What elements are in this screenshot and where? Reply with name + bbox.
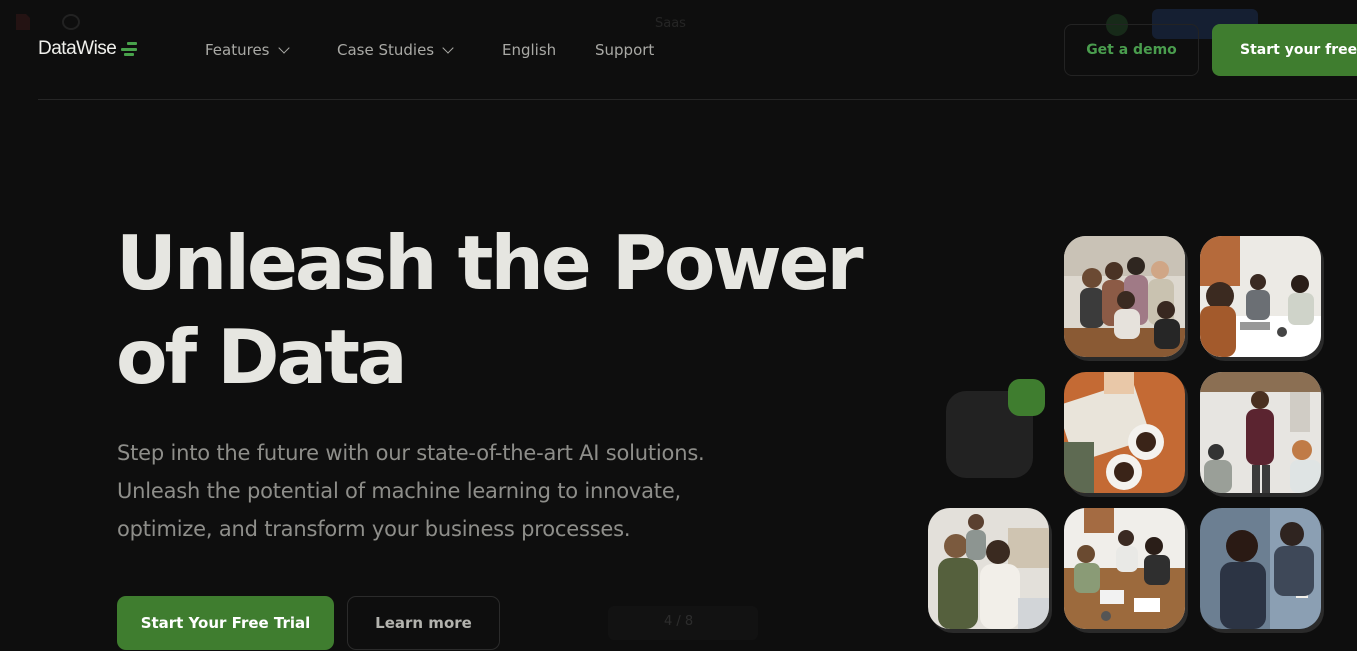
start-free-trial-button[interactable]: Start Your Free Trial — [117, 596, 334, 650]
nav-item-case-studies[interactable]: Case Studies — [337, 40, 454, 60]
hero-subtitle-line: optimize, and transform your business pr… — [117, 517, 631, 541]
hero-subtitle-line: Unleash the potential of machine learnin… — [117, 479, 682, 503]
presenter-photo — [1200, 372, 1321, 493]
learn-more-button[interactable]: Learn more — [347, 596, 500, 650]
nav-item-language[interactable]: English — [502, 40, 556, 60]
chevron-down-icon — [277, 42, 290, 54]
nav-item-label: Features — [205, 41, 270, 59]
hero-title: Unleash the Power of Data — [116, 216, 876, 404]
meeting-table-photo — [1200, 236, 1321, 357]
nav-item-label: English — [502, 41, 557, 59]
laughing-colleagues-photo — [928, 508, 1049, 629]
hero-subtitle: Step into the future with our state-of-t… — [117, 434, 797, 548]
hero-title-line: Unleash the Power — [116, 219, 863, 307]
nav-item-features[interactable]: Features — [205, 40, 290, 60]
brand-name: DataWise — [38, 38, 117, 59]
hero-title-line: of Data — [116, 313, 408, 401]
top-navigation: DataWise Features Case Studies English S… — [0, 0, 1357, 100]
nav-item-label: Support — [595, 41, 655, 59]
nav-divider — [38, 99, 1357, 100]
brand-logo[interactable]: DataWise — [38, 38, 138, 60]
nav-item-support[interactable]: Support — [595, 40, 654, 60]
coffee-papers-photo — [1064, 372, 1185, 493]
sticky-notes-photo — [1200, 508, 1321, 629]
page-frame: Saas DataWise Features Case Studies Engl… — [0, 0, 1357, 651]
team-huddle-photo — [1064, 236, 1185, 357]
office-meeting-photo — [1064, 508, 1185, 629]
nav-item-label: Case Studies — [337, 41, 435, 59]
slide-pager-label: 4 / 8 — [664, 614, 694, 629]
decorative-accent-tile — [1008, 379, 1045, 416]
chevron-down-icon — [442, 42, 454, 54]
hero-subtitle-line: Step into the future with our state-of-t… — [117, 441, 705, 465]
start-trial-nav-button[interactable]: Start your free trial — [1212, 24, 1357, 76]
stacked-lines-icon — [121, 42, 138, 56]
get-demo-button[interactable]: Get a demo — [1064, 24, 1199, 76]
